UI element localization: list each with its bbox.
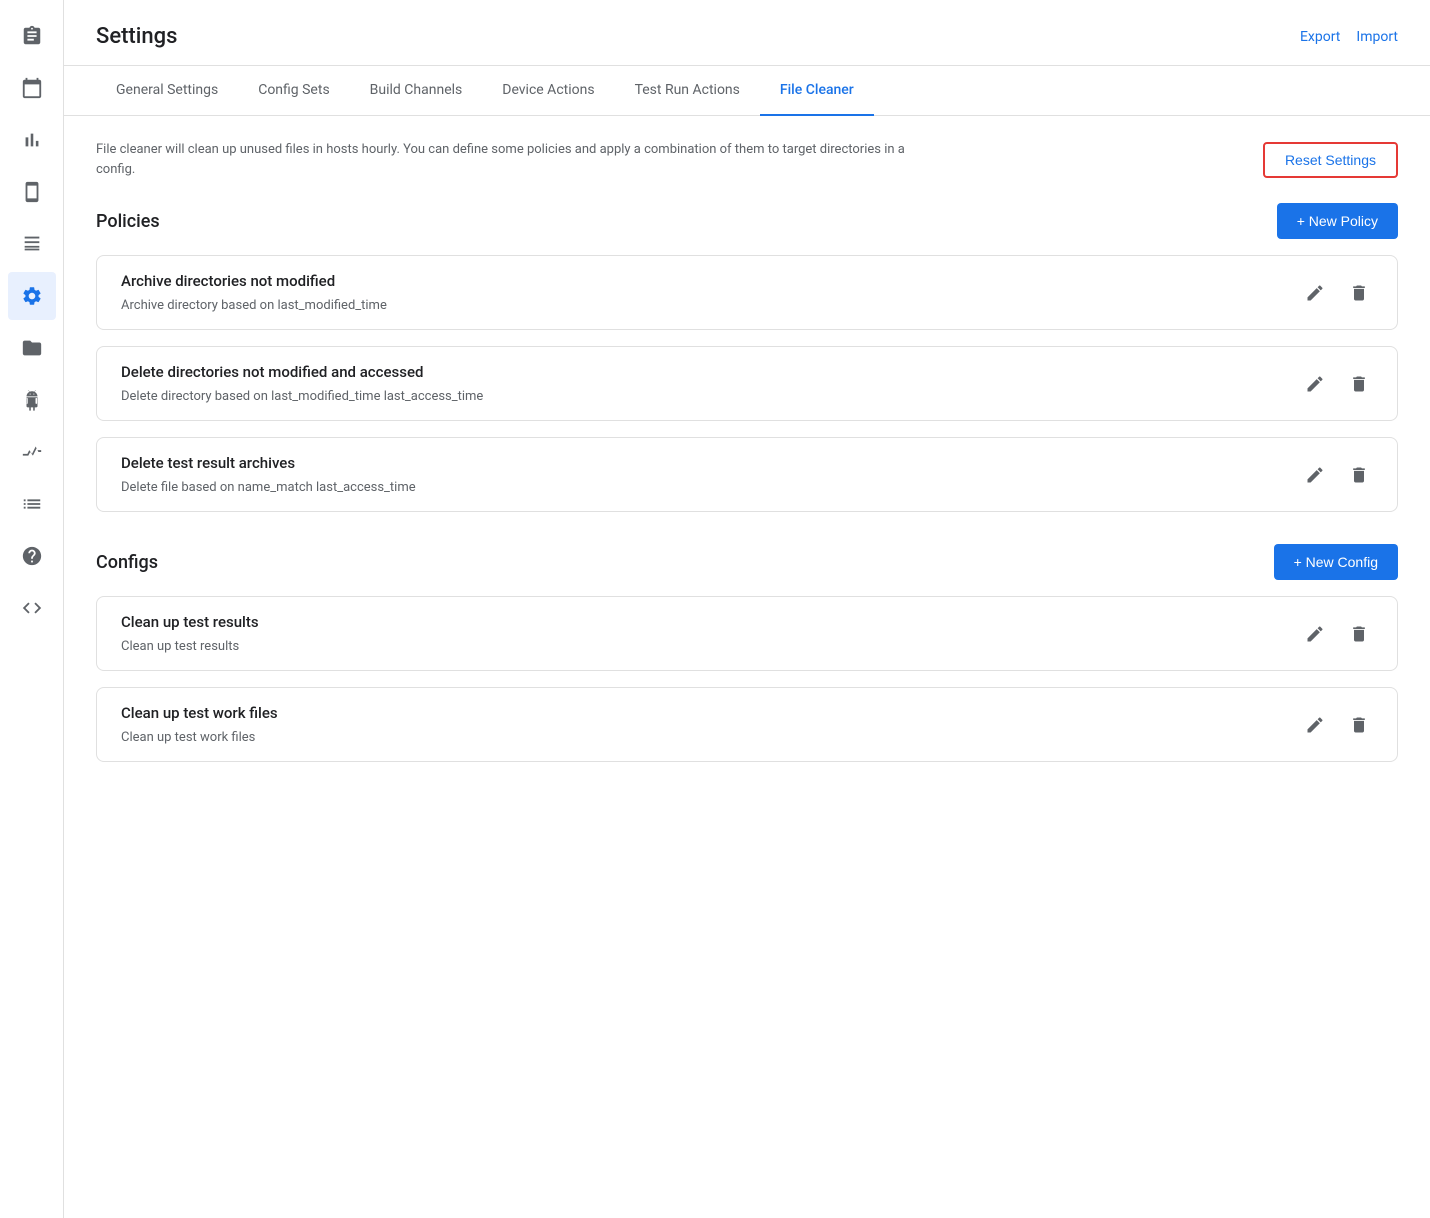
export-link[interactable]: Export xyxy=(1300,29,1340,45)
policy-info-1: Archive directories not modified Archive… xyxy=(121,272,1301,313)
new-config-button[interactable]: + New Config xyxy=(1274,544,1398,580)
header-actions: Export Import xyxy=(1300,29,1398,45)
tab-general-settings[interactable]: General Settings xyxy=(96,66,238,116)
policy-delete-button-1[interactable] xyxy=(1345,279,1373,307)
configs-title: Configs xyxy=(96,552,158,573)
policy-card-1: Archive directories not modified Archive… xyxy=(96,255,1398,330)
tab-device-actions[interactable]: Device Actions xyxy=(482,66,614,116)
sidebar-item-help[interactable] xyxy=(8,532,56,580)
policy-info-2: Delete directories not modified and acce… xyxy=(121,363,1301,404)
config-delete-button-2[interactable] xyxy=(1345,711,1373,739)
policies-title: Policies xyxy=(96,211,160,232)
sidebar-item-device[interactable] xyxy=(8,168,56,216)
config-edit-button-1[interactable] xyxy=(1301,620,1329,648)
sidebar-item-folder[interactable] xyxy=(8,324,56,372)
sidebar-item-settings[interactable] xyxy=(8,272,56,320)
configs-section-header: Configs + New Config xyxy=(96,544,1398,580)
description-bar: File cleaner will clean up unused files … xyxy=(96,140,1398,179)
config-info-2: Clean up test work files Clean up test w… xyxy=(121,704,1301,745)
policy-info-3: Delete test result archives Delete file … xyxy=(121,454,1301,495)
policy-desc-1: Archive directory based on last_modified… xyxy=(121,298,1301,313)
new-policy-button[interactable]: + New Policy xyxy=(1277,203,1398,239)
sidebar-item-android[interactable] xyxy=(8,376,56,424)
policy-desc-2: Delete directory based on last_modified_… xyxy=(121,389,1301,404)
config-edit-button-2[interactable] xyxy=(1301,711,1329,739)
import-link[interactable]: Import xyxy=(1356,29,1398,45)
policy-desc-3: Delete file based on name_match last_acc… xyxy=(121,480,1301,495)
sidebar-item-calendar[interactable] xyxy=(8,64,56,112)
policy-actions-1 xyxy=(1301,279,1373,307)
tab-config-sets[interactable]: Config Sets xyxy=(238,66,349,116)
policy-name-1: Archive directories not modified xyxy=(121,272,1301,290)
policy-edit-button-3[interactable] xyxy=(1301,461,1329,489)
sidebar-item-server[interactable] xyxy=(8,220,56,268)
policy-actions-2 xyxy=(1301,370,1373,398)
config-name-2: Clean up test work files xyxy=(121,704,1301,722)
policy-actions-3 xyxy=(1301,461,1373,489)
sidebar-item-clipboard[interactable] xyxy=(8,12,56,60)
sidebar-item-pulse[interactable] xyxy=(8,428,56,476)
sidebar-item-chart[interactable] xyxy=(8,116,56,164)
sidebar-item-list[interactable] xyxy=(8,480,56,528)
config-delete-button-1[interactable] xyxy=(1345,620,1373,648)
policy-name-3: Delete test result archives xyxy=(121,454,1301,472)
reset-settings-button[interactable]: Reset Settings xyxy=(1263,142,1398,178)
tab-build-channels[interactable]: Build Channels xyxy=(350,66,483,116)
policy-edit-button-1[interactable] xyxy=(1301,279,1329,307)
sidebar xyxy=(0,0,64,1218)
config-actions-1 xyxy=(1301,620,1373,648)
config-desc-1: Clean up test results xyxy=(121,639,1301,654)
page-title: Settings xyxy=(96,24,177,49)
page-header: Settings Export Import xyxy=(64,0,1430,66)
policy-card-2: Delete directories not modified and acce… xyxy=(96,346,1398,421)
config-card-2: Clean up test work files Clean up test w… xyxy=(96,687,1398,762)
config-desc-2: Clean up test work files xyxy=(121,730,1301,745)
config-actions-2 xyxy=(1301,711,1373,739)
policy-name-2: Delete directories not modified and acce… xyxy=(121,363,1301,381)
tabs-container: General Settings Config Sets Build Chann… xyxy=(64,66,1430,116)
tab-test-run-actions[interactable]: Test Run Actions xyxy=(615,66,760,116)
policy-delete-button-2[interactable] xyxy=(1345,370,1373,398)
policies-section-header: Policies + New Policy xyxy=(96,203,1398,239)
tab-file-cleaner[interactable]: File Cleaner xyxy=(760,66,874,116)
policy-edit-button-2[interactable] xyxy=(1301,370,1329,398)
policy-card-3: Delete test result archives Delete file … xyxy=(96,437,1398,512)
config-card-1: Clean up test results Clean up test resu… xyxy=(96,596,1398,671)
content-area: File cleaner will clean up unused files … xyxy=(64,116,1430,1218)
config-info-1: Clean up test results Clean up test resu… xyxy=(121,613,1301,654)
main-content: Settings Export Import General Settings … xyxy=(64,0,1430,1218)
sidebar-item-code[interactable] xyxy=(8,584,56,632)
policy-delete-button-3[interactable] xyxy=(1345,461,1373,489)
config-name-1: Clean up test results xyxy=(121,613,1301,631)
description-text: File cleaner will clean up unused files … xyxy=(96,140,916,179)
